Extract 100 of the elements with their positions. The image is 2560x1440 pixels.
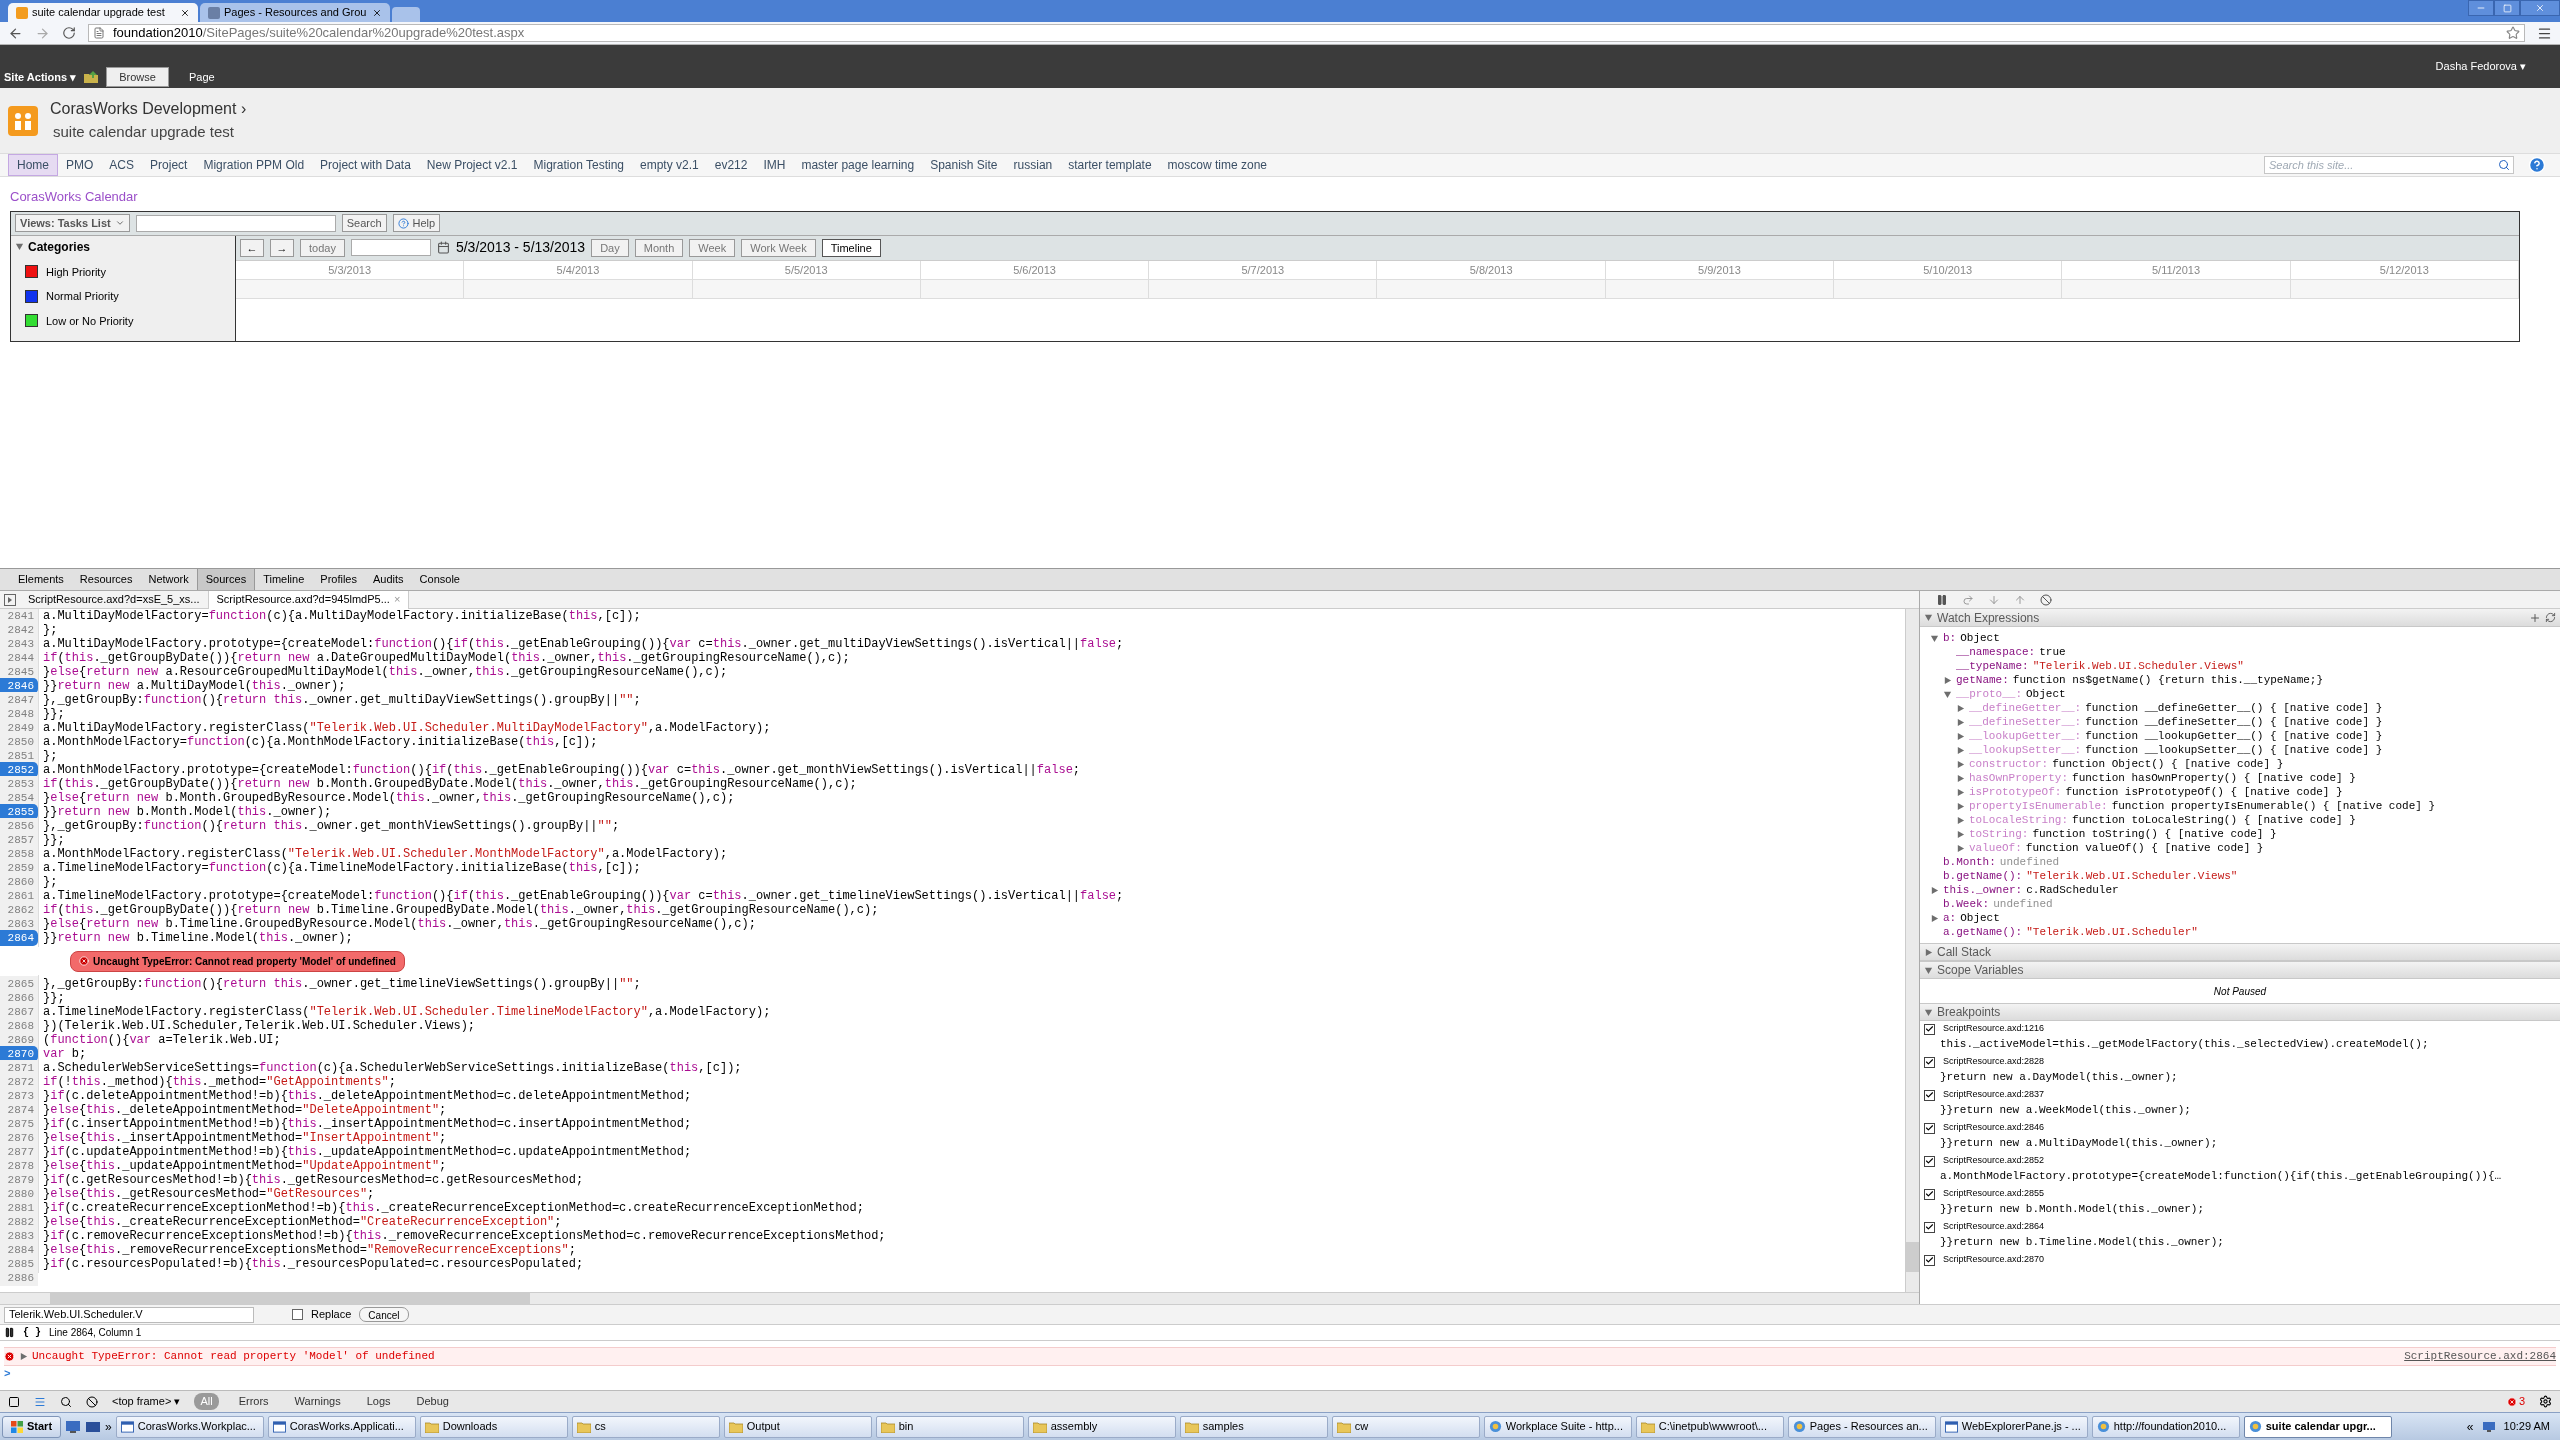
breakpoint-location[interactable]: ScriptResource.axd:2828 — [1943, 1055, 2045, 1069]
taskbar-button[interactable]: CorasWorks.Workplac... — [115, 1415, 264, 1438]
taskbar-button[interactable]: C:\inetpub\wwwroot\... — [1635, 1415, 1784, 1438]
cancel-button[interactable]: Cancel — [359, 1307, 409, 1322]
search-button[interactable]: Search — [341, 214, 387, 232]
clock[interactable]: 10:29 AM — [2503, 1418, 2550, 1435]
nav-link[interactable]: Spanish Site — [922, 154, 1006, 176]
collapsed-arrow-icon[interactable] — [1924, 947, 1933, 957]
taskbar-button[interactable]: http://foundation2010... — [2091, 1415, 2240, 1438]
add-icon[interactable] — [2529, 611, 2541, 624]
next-button[interactable]: → — [270, 238, 294, 257]
breakpoint-checkbox[interactable] — [1924, 1254, 1935, 1266]
refresh-icon[interactable] — [2545, 612, 2556, 623]
ribbon-tab[interactable]: Page — [176, 67, 227, 87]
file-tab[interactable]: ScriptResource.axd?d=xsE_5_xs... — [20, 590, 209, 609]
devtools-tab[interactable]: Timeline — [255, 569, 313, 590]
nav-link[interactable]: empty v2.1 — [632, 154, 707, 176]
devtools-tab[interactable]: Elements — [10, 569, 72, 590]
nav-link[interactable]: New Project v2.1 — [418, 154, 526, 176]
reload-icon[interactable] — [62, 26, 76, 40]
view-button[interactable]: Work Week — [741, 238, 816, 257]
taskbar-button[interactable]: assembly — [1027, 1415, 1176, 1438]
nav-link[interactable]: PMO — [58, 154, 102, 176]
breakpoint-location[interactable]: ScriptResource.axd:2837 — [1943, 1088, 2045, 1102]
pane-title[interactable]: Scope Variables — [1937, 961, 2024, 979]
taskbar-button[interactable]: Downloads — [419, 1415, 568, 1438]
collapsed-arrow-icon[interactable] — [19, 1351, 28, 1361]
view-button[interactable]: Timeline — [821, 238, 881, 257]
pane-title[interactable]: Breakpoints — [1937, 1003, 2001, 1021]
deactivate-breakpoints-icon[interactable] — [2040, 593, 2052, 606]
horizontal-scrollbar[interactable] — [0, 1292, 1919, 1304]
breakpoint-location[interactable]: ScriptResource.axd:2852 — [1943, 1154, 2045, 1168]
view-button[interactable]: Day — [591, 238, 629, 257]
view-button[interactable]: Week — [689, 238, 736, 257]
restore-button[interactable] — [2494, 0, 2520, 16]
error-count[interactable]: 3 — [2518, 1393, 2525, 1410]
help-icon[interactable] — [2528, 156, 2546, 174]
devtools-tab[interactable]: Profiles — [312, 569, 365, 590]
browser-tab[interactable]: Pages - Resources and Grou — [200, 3, 390, 22]
taskbar-button[interactable]: Output — [723, 1415, 872, 1438]
site-actions-menu[interactable]: Site Actions ▾ — [4, 68, 77, 86]
categories-heading[interactable]: Categories — [28, 237, 91, 256]
devtools-tab[interactable]: Resources — [71, 569, 141, 590]
collapsed-arrow-icon[interactable] — [1930, 913, 1939, 923]
vertical-scrollbar[interactable] — [1905, 609, 1919, 1292]
expanded-arrow-icon[interactable] — [1930, 633, 1939, 643]
nav-link[interactable]: ev212 — [706, 154, 756, 176]
dock-icon[interactable] — [8, 1395, 20, 1408]
nav-link[interactable]: moscow time zone — [1159, 154, 1275, 176]
breakpoint-location[interactable]: ScriptResource.axd:2846 — [1943, 1121, 2045, 1135]
nav-link[interactable]: ACS — [101, 154, 143, 176]
taskbar-button[interactable]: samples — [1179, 1415, 1328, 1438]
user-menu[interactable]: Dasha Fedorova ▾ — [2435, 58, 2526, 75]
expanded-arrow-icon[interactable] — [15, 242, 24, 251]
pane-title[interactable]: Call Stack — [1937, 943, 1992, 961]
start-button[interactable]: Start — [2, 1415, 62, 1438]
quick-launch-icon[interactable] — [85, 1419, 102, 1434]
calendar-icon[interactable] — [436, 241, 450, 254]
property-name[interactable]: a: — [1943, 909, 1957, 927]
clear-console-icon[interactable] — [86, 1395, 98, 1408]
taskbar-button[interactable]: Workplace Suite - http... — [1483, 1415, 1632, 1438]
console-filter[interactable]: Debug — [410, 1393, 455, 1410]
close-icon[interactable] — [372, 7, 382, 18]
nav-link[interactable]: IMH — [755, 154, 794, 176]
taskbar-button[interactable]: cw — [1331, 1415, 1480, 1438]
breakpoint-checkbox[interactable] — [1924, 1155, 1935, 1167]
nav-link[interactable]: master page learning — [793, 154, 923, 176]
today-button[interactable]: today — [300, 238, 345, 257]
console-filter[interactable]: Logs — [360, 1393, 397, 1410]
nav-link[interactable]: Project with Data — [312, 154, 419, 176]
breakpoint-location[interactable]: ScriptResource.axd:2864 — [1943, 1220, 2045, 1234]
devtools-tab[interactable]: Sources — [196, 569, 256, 590]
date-field[interactable] — [350, 239, 431, 256]
quick-launch-icon[interactable] — [65, 1419, 82, 1434]
pause-icon[interactable] — [1936, 593, 1948, 606]
taskbar-button[interactable]: Pages - Resources an... — [1787, 1415, 1936, 1438]
nav-link[interactable]: Migration Testing — [525, 154, 632, 176]
pause-on-exceptions-icon[interactable] — [4, 1327, 15, 1338]
collapsed-arrow-icon[interactable] — [1930, 885, 1939, 895]
more-toggle[interactable]: » — [105, 1417, 112, 1436]
folder-up-icon[interactable] — [84, 71, 99, 83]
breakpoint-checkbox[interactable] — [1924, 1122, 1935, 1134]
taskbar-button[interactable]: suite calendar upgr... — [2243, 1415, 2392, 1438]
taskbar-button[interactable]: bin — [875, 1415, 1024, 1438]
console-prompt[interactable]: > — [4, 1365, 2556, 1382]
settings-icon[interactable] — [2539, 1395, 2552, 1408]
site-search-field[interactable]: Search this site... — [2264, 156, 2514, 174]
previous-button[interactable]: ← — [240, 238, 264, 257]
site-title[interactable]: CorasWorks Development › — [50, 97, 247, 122]
property-name[interactable]: b: — [1943, 629, 1957, 647]
navigator-toggle-icon[interactable] — [4, 593, 16, 606]
replace-checkbox[interactable] — [292, 1309, 303, 1320]
bookmark-star-icon[interactable] — [2506, 26, 2520, 40]
breakpoint-location[interactable]: ScriptResource.axd:2870 — [1943, 1253, 2045, 1267]
tray-toggle[interactable]: « — [2466, 1417, 2474, 1436]
web-part-title[interactable]: CorasWorks Calendar — [10, 187, 2550, 207]
console-icon[interactable] — [34, 1395, 46, 1408]
calendar-search-field[interactable] — [135, 214, 336, 232]
browser-tab[interactable]: suite calendar upgrade test — [8, 3, 198, 22]
breakpoint-checkbox[interactable] — [1924, 1221, 1935, 1233]
